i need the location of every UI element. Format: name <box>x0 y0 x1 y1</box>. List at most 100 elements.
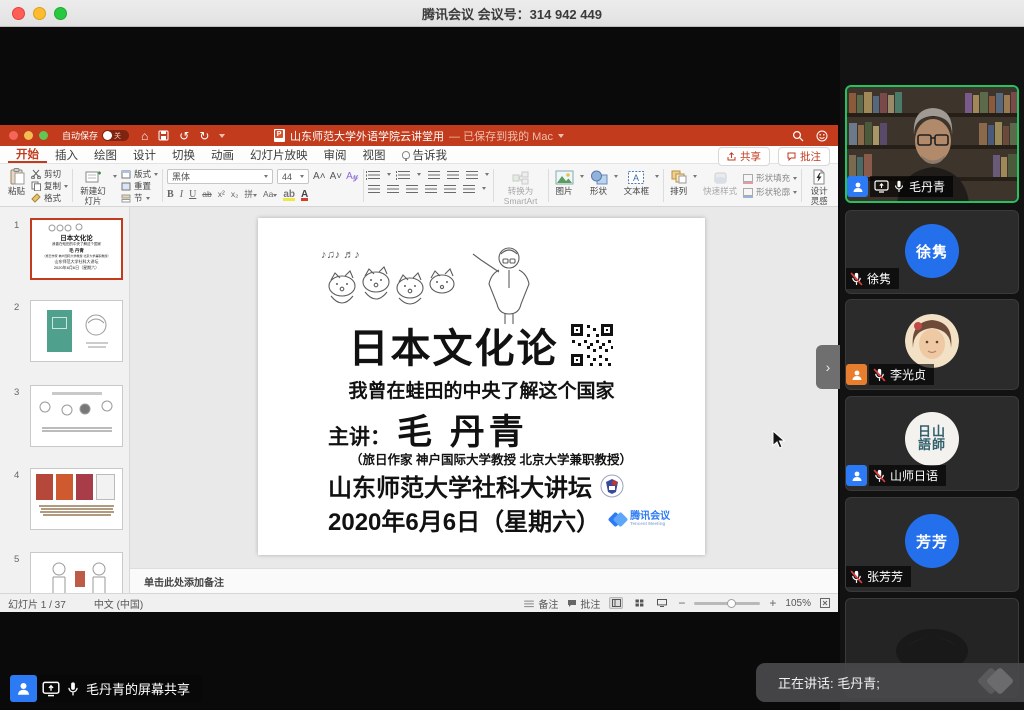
decrease-indent-button[interactable] <box>428 170 440 179</box>
mini-date: 2020年6月6日（星期六） <box>32 265 121 271</box>
thumbnail-1-preview[interactable]: 日本文化论 我曾在蛙田的中央了解这个国家 毛 丹青 （旅日作家 神户国际大学教授… <box>30 218 123 280</box>
tab-review[interactable]: 审阅 <box>316 146 355 163</box>
minimize-button[interactable] <box>33 7 46 20</box>
thumbnail-4-preview[interactable] <box>30 468 123 530</box>
layout-button[interactable]: 版式 <box>121 168 158 180</box>
tab-tell-me[interactable]: 告诉我 <box>394 146 456 163</box>
feedback-smiley-icon[interactable] <box>816 130 828 142</box>
bullets-button[interactable] <box>368 170 380 179</box>
document-save-status[interactable]: — 已保存到我的 Mac <box>449 128 553 144</box>
increase-font-button[interactable]: A˄ <box>313 171 326 182</box>
reset-button[interactable]: 重置 <box>121 180 158 192</box>
italic-button[interactable]: I <box>180 189 183 200</box>
mini-text-line <box>42 430 112 432</box>
quick-access-caret-icon[interactable] <box>219 134 225 138</box>
participant-tile-shanshiriyu[interactable]: 日 山 語 師 山师日语 <box>845 396 1019 491</box>
paste-button[interactable]: 粘贴 <box>6 167 27 198</box>
undo-icon[interactable]: ↺ <box>179 130 189 142</box>
font-color-button[interactable]: A <box>301 189 308 200</box>
change-case-button[interactable]: Aa <box>263 189 277 199</box>
cut-button[interactable]: 剪切 <box>31 168 68 180</box>
comments-button[interactable]: 批注 <box>778 147 830 166</box>
font-size-select[interactable]: 44 <box>277 169 309 184</box>
zoom-level[interactable]: 105% <box>785 598 811 609</box>
align-right-button[interactable] <box>406 184 418 193</box>
current-slide[interactable]: ♪♫♪ ♬♪ <box>258 218 705 555</box>
convert-to-smartart-button[interactable]: 转换为SmartArt <box>498 167 544 207</box>
subscript-button[interactable]: x₂ <box>231 189 239 199</box>
sidebar-collapse-handle[interactable]: › <box>816 345 840 389</box>
thumbnail-5-preview[interactable] <box>30 552 123 593</box>
save-icon[interactable] <box>158 130 169 141</box>
bold-button[interactable]: B <box>167 189 174 200</box>
slide-editor-area[interactable]: ♪♫♪ ♬♪ <box>130 207 838 593</box>
align-center-button[interactable] <box>387 184 399 193</box>
section-button[interactable]: 节 <box>121 192 158 204</box>
highlight-color-button[interactable]: ab <box>283 189 295 200</box>
textbox-button[interactable]: A 文本框 <box>622 167 652 198</box>
line-spacing-button[interactable] <box>466 170 478 179</box>
tab-view[interactable]: 视图 <box>355 146 394 163</box>
align-left-button[interactable] <box>368 184 380 193</box>
zoom-slider[interactable] <box>694 602 760 605</box>
design-ideas-button[interactable]: 设计灵感 <box>806 167 832 207</box>
share-button[interactable]: 共享 <box>718 147 770 166</box>
copy-button[interactable]: 复制 <box>31 180 68 192</box>
arrange-button[interactable]: 排列 <box>668 167 689 198</box>
tab-home[interactable]: 开始 <box>8 146 47 163</box>
slideshow-view-button[interactable] <box>655 597 669 609</box>
home-icon[interactable]: ⌂ <box>141 130 148 142</box>
autosave-control[interactable]: 自动保存 关 <box>62 129 129 142</box>
redo-icon[interactable]: ↻ <box>199 130 209 142</box>
phonetic-guide-button[interactable]: 拼 <box>244 188 257 200</box>
zoom-slider-thumb[interactable] <box>727 599 736 608</box>
participant-tile-zhangfangfang[interactable]: 芳芳 张芳芳 <box>845 497 1019 592</box>
superscript-button[interactable]: x² <box>218 189 225 199</box>
participant-tile-liguangzhen[interactable]: 李光贞 <box>845 299 1019 390</box>
tab-transitions[interactable]: 切换 <box>164 146 203 163</box>
font-name-select[interactable]: 黑体 <box>167 169 273 184</box>
participant-tile-xujun[interactable]: 徐隽 徐隽 <box>845 210 1019 294</box>
increase-indent-button[interactable] <box>447 170 459 179</box>
tab-draw[interactable]: 绘图 <box>86 146 125 163</box>
search-icon[interactable] <box>792 130 804 142</box>
thumbnail-2-preview[interactable] <box>30 300 123 362</box>
strikethrough-button[interactable]: ab <box>202 189 211 199</box>
format-painter-button[interactable]: 格式 <box>31 192 68 204</box>
zoom-out-button[interactable]: − <box>678 596 685 610</box>
normal-view-button[interactable] <box>609 597 623 609</box>
tab-insert[interactable]: 插入 <box>47 146 86 163</box>
slide-sorter-view-button[interactable] <box>632 597 646 609</box>
tab-animations[interactable]: 动画 <box>203 146 242 163</box>
new-slide-button[interactable]: 新建幻灯片 <box>77 167 109 207</box>
shape-outline-button[interactable]: 形状轮廓 <box>743 185 797 199</box>
ppt-minimize-button[interactable] <box>24 131 33 140</box>
fullscreen-button[interactable] <box>54 7 67 20</box>
decrease-font-button[interactable]: A˅ <box>330 171 343 182</box>
zoom-in-button[interactable]: + <box>769 596 776 610</box>
autosave-toggle[interactable]: 关 <box>102 130 129 141</box>
language-indicator[interactable]: 中文 (中国) <box>94 596 143 611</box>
notes-pane[interactable]: 单击此处添加备注 <box>130 568 838 593</box>
picture-button[interactable]: 图片 <box>553 167 576 198</box>
tab-slideshow[interactable]: 幻灯片放映 <box>242 146 316 163</box>
numbering-button[interactable] <box>398 170 410 179</box>
comments-toggle-button[interactable]: 批注 <box>567 596 600 611</box>
notes-toggle-button[interactable]: 备注 <box>523 596 558 611</box>
columns-button[interactable] <box>444 184 456 193</box>
justify-button[interactable] <box>425 184 437 193</box>
quick-styles-button[interactable]: 快速样式 <box>701 167 739 198</box>
participant-tile-maodanqing[interactable]: 毛丹青 <box>845 85 1019 203</box>
new-slide-caret-icon[interactable] <box>113 175 117 178</box>
shape-fill-button[interactable]: 形状填充 <box>743 171 797 185</box>
text-direction-button[interactable] <box>463 184 475 193</box>
shapes-button[interactable]: 形状 <box>588 167 610 198</box>
ppt-zoom-button[interactable] <box>39 131 48 140</box>
clear-formatting-button[interactable]: A𝓎 <box>346 171 358 182</box>
ppt-close-button[interactable] <box>9 131 18 140</box>
close-button[interactable] <box>12 7 25 20</box>
underline-button[interactable]: U <box>189 189 196 200</box>
fit-to-window-icon[interactable] <box>820 598 830 608</box>
thumbnail-3-preview[interactable] <box>30 385 123 447</box>
tab-design[interactable]: 设计 <box>125 146 164 163</box>
